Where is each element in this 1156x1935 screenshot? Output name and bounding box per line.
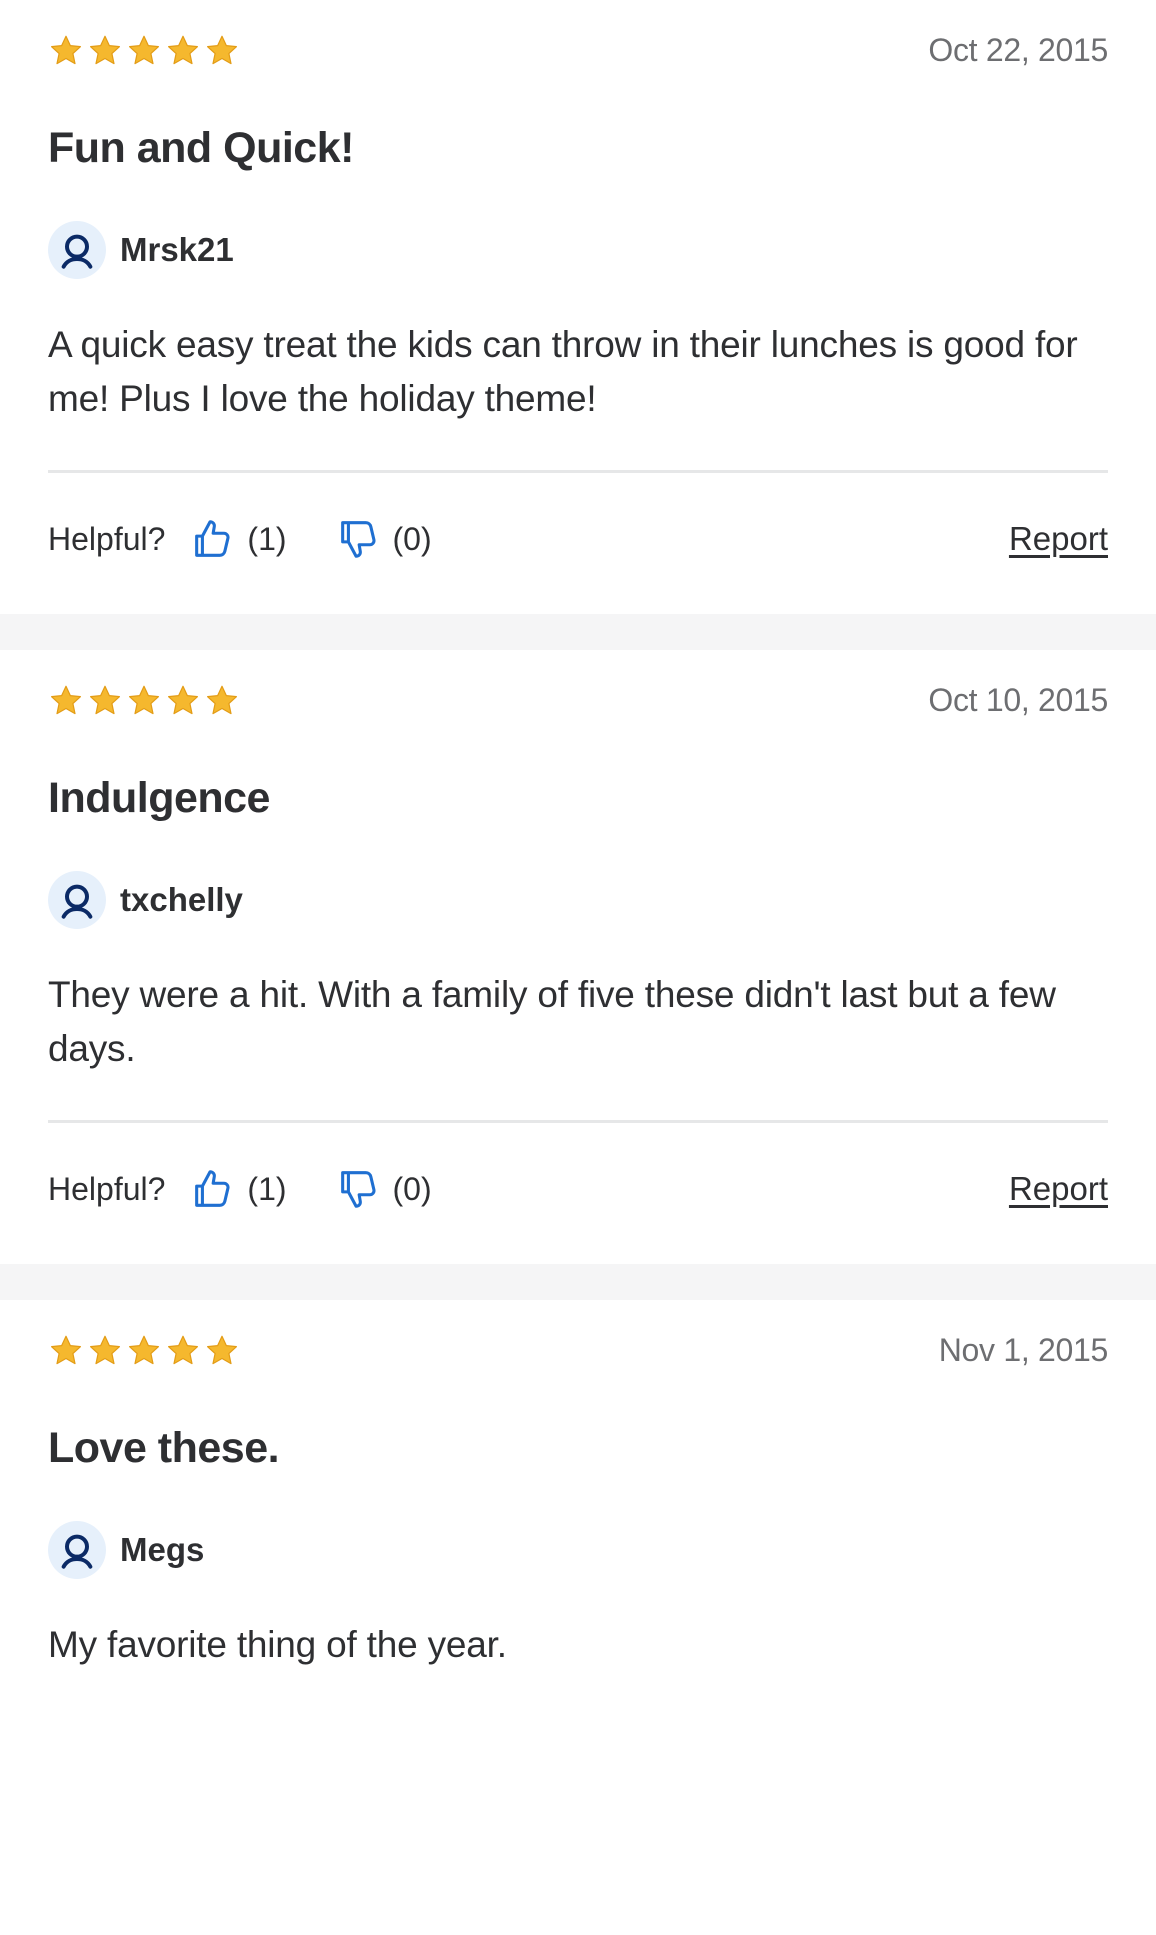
star-icon [129, 685, 159, 715]
user-icon [61, 1534, 93, 1569]
user-icon [61, 234, 93, 269]
helpful-yes-button[interactable]: (1) [189, 516, 287, 562]
review-body: My favorite thing of the year. [48, 1624, 507, 1665]
star-icon [207, 35, 237, 65]
star-icon [207, 1335, 237, 1365]
helpful-label: Helpful? [48, 1170, 166, 1207]
helpful-no-button[interactable]: (0) [335, 516, 432, 562]
section-gap [0, 614, 1156, 650]
review-author: Megs [48, 1496, 1108, 1604]
star-icon [90, 685, 120, 715]
review-title: Love these. [48, 1424, 280, 1472]
star-icon [168, 35, 198, 65]
review-author: txchelly [48, 846, 1108, 954]
review-date: Nov 1, 2015 [938, 1331, 1109, 1368]
review-card: Oct 22, 2015 Fun and Quick! Mrsk21 A qui… [0, 0, 1156, 614]
report-link[interactable]: Report [1009, 520, 1108, 558]
star-icon [207, 685, 237, 715]
helpful-no-button[interactable]: (0) [335, 1166, 432, 1212]
thumbs-up-icon [195, 520, 230, 557]
star-icon [168, 685, 198, 715]
user-icon [61, 884, 93, 919]
author-name: txchelly [120, 881, 243, 918]
review-title: Indulgence [48, 774, 270, 822]
star-icon [168, 1335, 198, 1365]
review-header: Oct 10, 2015 [48, 650, 1108, 750]
star-rating [48, 1333, 240, 1369]
report-link[interactable]: Report [1009, 1170, 1108, 1208]
helpful-bar: Helpful? (1) (0) Report [48, 473, 1108, 605]
review-header: Oct 22, 2015 [48, 0, 1108, 100]
star-icon [51, 35, 81, 65]
avatar [48, 221, 106, 279]
star-icon [90, 1335, 120, 1365]
thumbs-down-icon [340, 1171, 376, 1208]
helpful-no-count: (0) [392, 1170, 432, 1207]
helpful-yes-count: (1) [247, 1170, 287, 1207]
star-icon [90, 35, 120, 65]
avatar [48, 871, 106, 929]
review-author: Mrsk21 [48, 196, 1108, 304]
star-rating [48, 683, 240, 719]
star-icon [129, 1335, 159, 1365]
section-gap [0, 1264, 1156, 1300]
review-card: Oct 10, 2015 Indulgence txchelly They we… [0, 650, 1156, 1264]
helpful-label: Helpful? [48, 520, 166, 557]
thumbs-up-icon [195, 1170, 230, 1207]
star-icon [129, 35, 159, 65]
review-date: Oct 10, 2015 [928, 681, 1108, 718]
review-card: Nov 1, 2015 Love these. Megs My favorite… [0, 1300, 1156, 1935]
review-header: Nov 1, 2015 [48, 1300, 1108, 1400]
helpful-yes-count: (1) [247, 520, 287, 557]
star-icon [51, 1335, 81, 1365]
author-name: Megs [120, 1531, 205, 1568]
star-rating [48, 33, 240, 69]
review-date: Oct 22, 2015 [928, 31, 1108, 68]
thumbs-down-icon [340, 521, 376, 558]
helpful-bar: Helpful? (1) (0) Report [48, 1123, 1108, 1255]
review-title: Fun and Quick! [48, 124, 354, 172]
star-icon [51, 685, 81, 715]
author-name: Mrsk21 [120, 231, 234, 268]
review-body: They were a hit. With a family of five t… [48, 974, 1056, 1069]
review-body: A quick easy treat the kids can throw in… [48, 324, 1078, 419]
avatar [48, 1521, 106, 1579]
helpful-yes-button[interactable]: (1) [189, 1166, 287, 1212]
helpful-no-count: (0) [392, 520, 432, 557]
